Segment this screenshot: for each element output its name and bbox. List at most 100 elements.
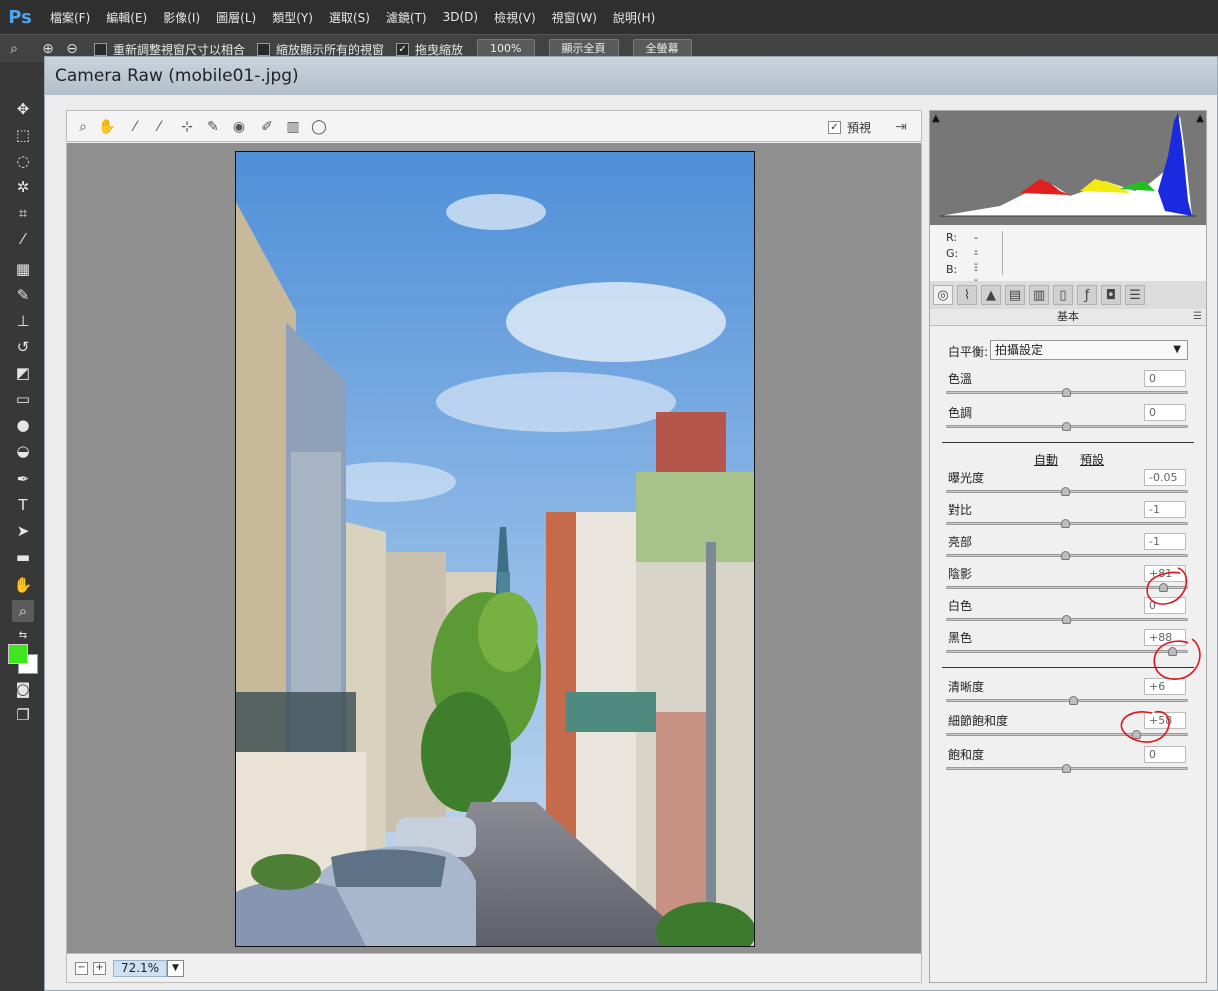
menu-window[interactable]: 視窗(W) <box>544 9 605 26</box>
preview-checkbox[interactable]: ✓ 預視 <box>827 119 871 136</box>
menu-help[interactable]: 說明(H) <box>605 9 663 26</box>
slider-value-input[interactable]: 0 <box>1144 404 1186 421</box>
swap-colors-icon[interactable]: ⇆ <box>12 624 34 646</box>
scrubby-zoom-checkbox[interactable]: ✓ 拖曳縮放 <box>396 41 463 58</box>
slider-thumb[interactable] <box>1062 388 1071 397</box>
slider-track[interactable] <box>946 696 1188 705</box>
slider-track[interactable] <box>946 583 1188 592</box>
dialog-titlebar[interactable]: Camera Raw (mobile01-.jpg) <box>45 57 1217 95</box>
zoom-level-field[interactable]: 72.1% <box>113 960 167 977</box>
zoom-tool-icon[interactable]: ⌕ <box>4 39 24 59</box>
history-brush-tool-icon[interactable]: ↺ <box>12 336 34 358</box>
slider-track[interactable] <box>946 388 1188 397</box>
tone-curve-tab-icon[interactable]: ⌇ <box>957 285 977 305</box>
red-eye-icon[interactable]: ◉ <box>229 117 249 137</box>
path-selection-tool-icon[interactable]: ➤ <box>12 520 34 542</box>
menu-edit[interactable]: 編輯(E) <box>98 9 155 26</box>
menu-3d[interactable]: 3D(D) <box>435 10 486 24</box>
dodge-tool-icon[interactable]: ◒ <box>12 440 34 462</box>
slider-track[interactable] <box>946 519 1188 528</box>
move-tool-icon[interactable]: ✥ <box>12 98 34 120</box>
slider-track[interactable] <box>946 551 1188 560</box>
adjustment-brush-icon[interactable]: ✐ <box>257 117 277 137</box>
split-toning-tab-icon[interactable]: ▥ <box>1029 285 1049 305</box>
slider-value-input[interactable]: +58 <box>1144 712 1186 729</box>
white-balance-dropdown[interactable]: 拍攝設定 ▼ <box>990 340 1188 360</box>
slider-track[interactable] <box>946 487 1188 496</box>
rectangle-tool-icon[interactable]: ▬ <box>12 546 34 568</box>
graduated-filter-icon[interactable]: ▥ <box>283 117 303 137</box>
slider-value-input[interactable]: +6 <box>1144 678 1186 695</box>
slider-value-input[interactable]: 0 <box>1144 746 1186 763</box>
menu-file[interactable]: 檔案(F) <box>42 9 98 26</box>
image-preview-area[interactable] <box>66 143 922 953</box>
hand-tool-icon[interactable]: ✋ <box>12 574 34 596</box>
slider-value-input[interactable]: -1 <box>1144 533 1186 550</box>
eyedropper-tool-icon[interactable]: ⁄ <box>12 228 34 250</box>
eraser-tool-icon[interactable]: ◩ <box>12 362 34 384</box>
target-adjustment-icon[interactable]: ⊹ <box>177 117 197 137</box>
radial-filter-icon[interactable]: ◯ <box>309 117 329 137</box>
slider-track[interactable] <box>946 764 1188 773</box>
slider-thumb[interactable] <box>1159 583 1169 592</box>
slider-value-input[interactable]: -0.05 <box>1144 469 1186 486</box>
lens-corrections-tab-icon[interactable]: ▯ <box>1053 285 1073 305</box>
zoom-tool-icon[interactable]: ⌕ <box>12 600 34 622</box>
slider-track[interactable] <box>946 615 1188 624</box>
basic-tab-icon[interactable]: ◎ <box>933 285 953 305</box>
zoom-icon[interactable]: ⌕ <box>73 117 93 137</box>
zoom-out-button[interactable]: − <box>75 962 88 975</box>
marquee-tool-icon[interactable]: ⬚ <box>12 124 34 146</box>
slider-track[interactable] <box>946 647 1188 656</box>
color-sampler-icon[interactable]: ⁄ <box>149 117 169 137</box>
hand-icon[interactable]: ✋ <box>97 117 117 137</box>
slider-thumb[interactable] <box>1062 764 1071 773</box>
slider-value-input[interactable]: 0 <box>1144 370 1186 387</box>
camera-calibration-tab-icon[interactable]: ◘ <box>1101 285 1121 305</box>
zoom-in-button[interactable]: + <box>93 962 106 975</box>
slider-thumb[interactable] <box>1062 615 1071 624</box>
slider-thumb[interactable] <box>1060 487 1070 496</box>
lasso-tool-icon[interactable]: ◌ <box>12 150 34 172</box>
slider-value-input[interactable]: -1 <box>1144 501 1186 518</box>
slider-thumb[interactable] <box>1060 551 1070 560</box>
resize-windows-checkbox[interactable]: 重新調整視窗尺寸以相合 <box>94 41 245 58</box>
zoom-dropdown-icon[interactable]: ▼ <box>167 960 184 977</box>
crop-tool-icon[interactable]: ⌗ <box>12 202 34 224</box>
slider-thumb[interactable] <box>1069 696 1079 705</box>
menu-filter[interactable]: 濾鏡(T) <box>378 9 435 26</box>
detail-tab-icon[interactable]: ▲ <box>981 285 1001 305</box>
gradient-tool-icon[interactable]: ▭ <box>12 388 34 410</box>
menu-view[interactable]: 檢視(V) <box>486 9 544 26</box>
screen-mode-icon[interactable]: ❐ <box>12 704 34 726</box>
default-button[interactable]: 預設 <box>1080 451 1104 468</box>
slider-value-input[interactable]: +88 <box>1144 629 1186 646</box>
slider-thumb[interactable] <box>1060 519 1070 528</box>
hsl-tab-icon[interactable]: ▤ <box>1005 285 1025 305</box>
slider-value-input[interactable]: 0 <box>1144 597 1186 614</box>
slider-thumb[interactable] <box>1131 730 1141 739</box>
pen-tool-icon[interactable]: ✒ <box>12 468 34 490</box>
foreground-color-swatch[interactable] <box>8 644 28 664</box>
spot-removal-icon[interactable]: ✎ <box>203 117 223 137</box>
magic-wand-tool-icon[interactable]: ✲ <box>12 176 34 198</box>
menu-layer[interactable]: 圖層(L) <box>208 9 264 26</box>
quick-mask-icon[interactable]: ◙ <box>12 678 34 700</box>
blur-tool-icon[interactable]: ● <box>12 414 34 436</box>
slider-thumb[interactable] <box>1062 422 1071 431</box>
presets-tab-icon[interactable]: ☰ <box>1125 285 1145 305</box>
type-tool-icon[interactable]: T <box>12 494 34 516</box>
zoom-all-windows-checkbox[interactable]: 縮放顯示所有的視窗 <box>257 41 384 58</box>
effects-tab-icon[interactable]: ƒ <box>1077 285 1097 305</box>
slider-value-input[interactable]: +81 <box>1144 565 1186 582</box>
menu-select[interactable]: 選取(S) <box>321 9 378 26</box>
menu-image[interactable]: 影像(I) <box>155 9 208 26</box>
menu-type[interactable]: 類型(Y) <box>264 9 321 26</box>
slider-thumb[interactable] <box>1167 647 1177 656</box>
slider-track[interactable] <box>946 730 1188 739</box>
white-balance-eyedropper-icon[interactable]: ⁄ <box>125 117 145 137</box>
slider-track[interactable] <box>946 422 1188 431</box>
auto-button[interactable]: 自動 <box>1034 451 1058 468</box>
fullscreen-icon[interactable]: ⇥ <box>891 117 911 137</box>
clone-stamp-tool-icon[interactable]: ⊥ <box>12 310 34 332</box>
